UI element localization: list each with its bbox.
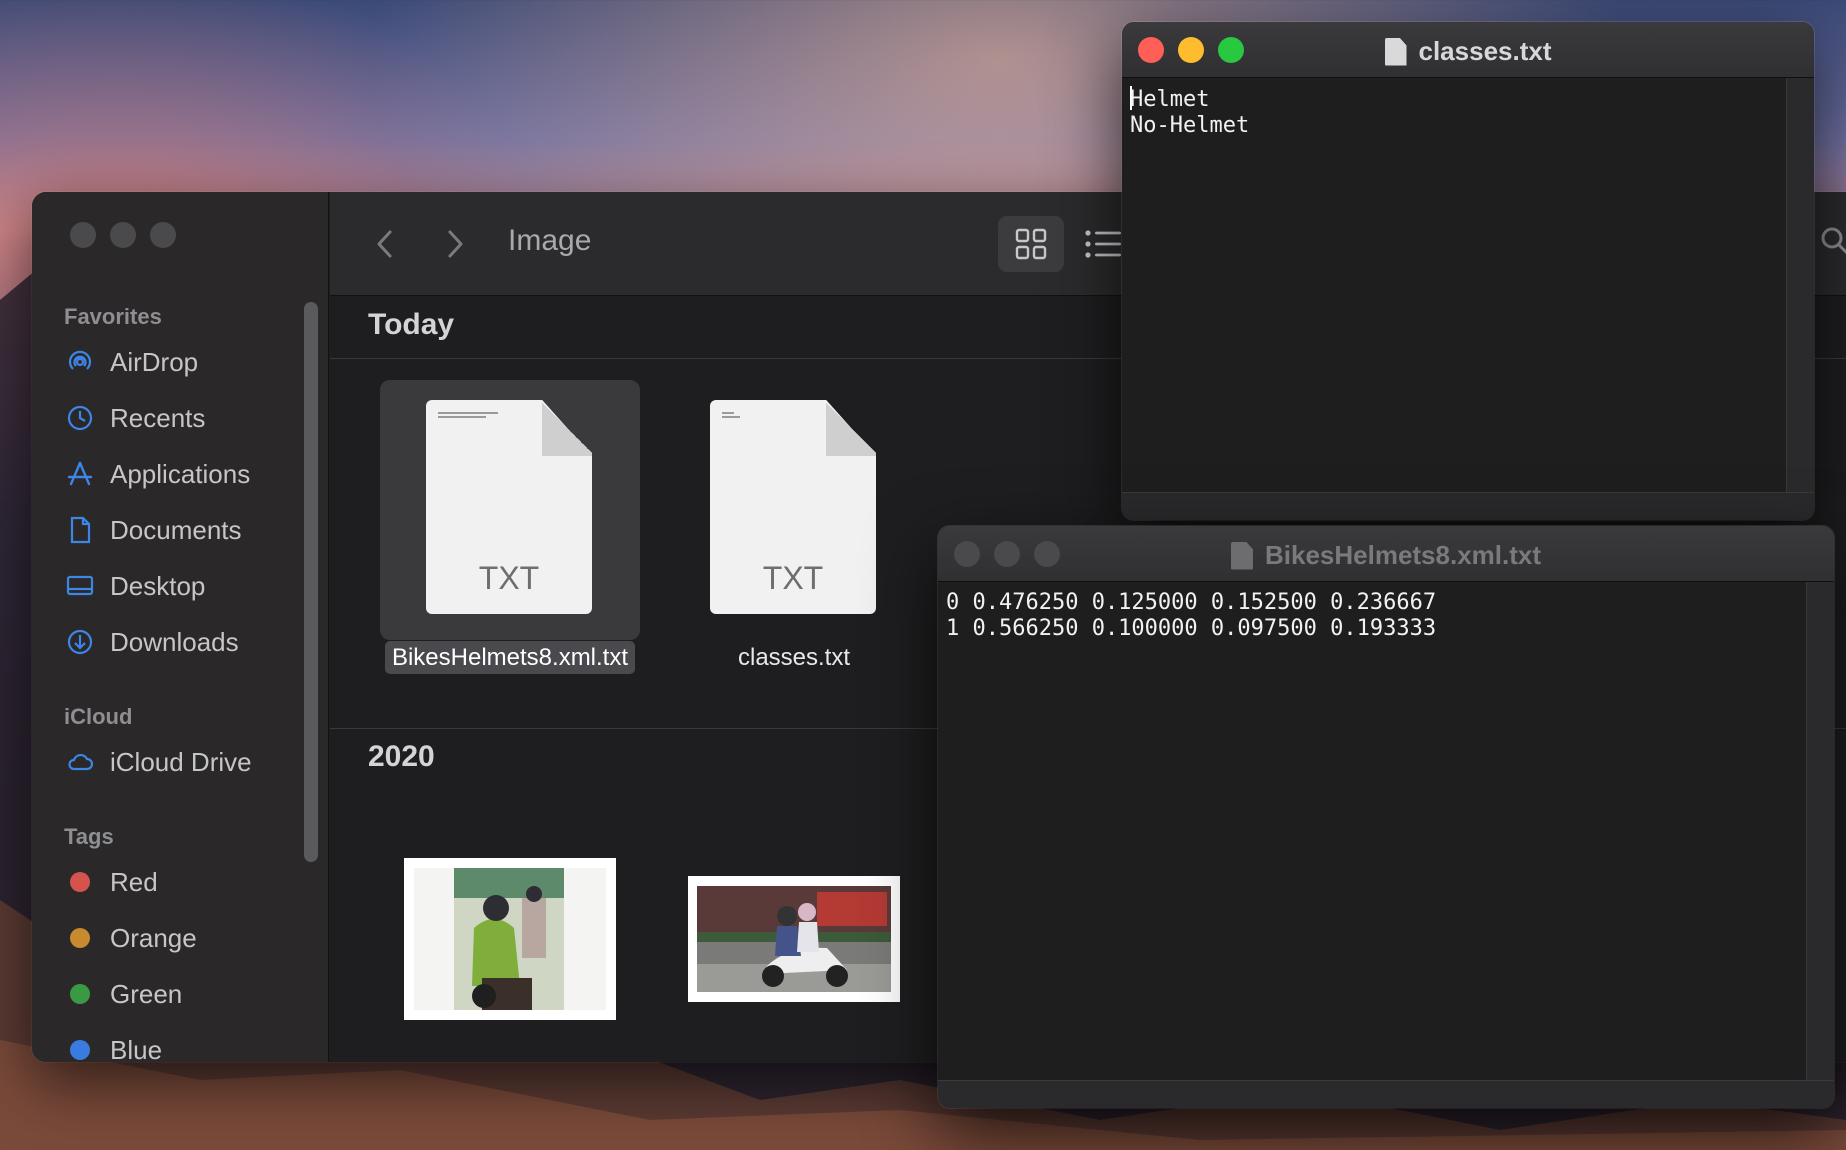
sidebar-item-applications[interactable]: Applications <box>64 454 304 494</box>
window-title: classes.txt <box>1122 36 1814 67</box>
sidebar-item-label: Downloads <box>110 626 239 657</box>
textedit-window-bikeshelmets: BikesHelmets8.xml.txt 0 0.476250 0.12500… <box>938 526 1834 1108</box>
sidebar-item-recents[interactable]: Recents <box>64 398 304 438</box>
file-name: BikesHelmets8.xml.txt <box>374 641 646 674</box>
file-name-text: classes.txt <box>737 644 851 671</box>
green-tag-dot <box>70 984 90 1004</box>
file-name: classes.txt <box>658 644 930 672</box>
vertical-scrollbar[interactable] <box>1806 582 1834 1080</box>
clock-icon <box>64 402 96 434</box>
file-item[interactable]: TXT BikesHelmets8.xml.txt <box>380 380 640 680</box>
file-item[interactable]: TXT classes.txt <box>664 380 924 680</box>
window-titlebar[interactable]: classes.txt <box>1122 22 1814 78</box>
photo-scooter-riders <box>697 886 891 992</box>
sidebar-item-downloads[interactable]: Downloads <box>64 622 304 662</box>
page-corner <box>826 400 876 456</box>
image-thumbnail[interactable] <box>688 876 900 1002</box>
tags-header: Tags <box>64 824 114 849</box>
sidebar-item-airdrop[interactable]: AirDrop <box>64 342 304 382</box>
list-icon <box>1085 230 1121 258</box>
sidebar-item-desktop[interactable]: Desktop <box>64 566 304 606</box>
forward-button[interactable] <box>440 226 470 262</box>
document-icon <box>1230 541 1253 570</box>
document-icon <box>64 514 96 546</box>
airdrop-icon <box>64 346 96 378</box>
download-icon <box>64 626 96 658</box>
text-preview-lines <box>722 412 782 420</box>
horizontal-scrollbar[interactable] <box>938 1080 1834 1108</box>
sidebar-item-icloud-drive[interactable]: iCloud Drive <box>64 742 304 782</box>
sidebar-tag-green[interactable]: Green <box>64 974 304 1014</box>
window-title: BikesHelmets8.xml.txt <box>938 540 1834 571</box>
sidebar-scrollbar[interactable] <box>304 302 318 862</box>
text-line: No-Helmet <box>1130 113 1250 138</box>
file-kind-label: TXT <box>478 560 540 596</box>
text-line: 1 0.566250 0.100000 0.097500 0.193333 <box>946 616 1437 641</box>
close-button[interactable] <box>70 222 96 248</box>
chevron-right-icon <box>448 230 463 258</box>
orange-tag-dot <box>70 928 90 948</box>
sidebar-item-label: Recents <box>110 402 206 433</box>
sidebar-item-label: Blue <box>110 1034 163 1063</box>
file-name-text: BikesHelmets8.xml.txt <box>384 641 636 674</box>
sidebar-item-label: Applications <box>110 458 251 489</box>
window-title-text: classes.txt <box>1418 36 1552 66</box>
cloud-icon <box>64 746 96 778</box>
sidebar-tag-orange[interactable]: Orange <box>64 918 304 958</box>
sidebar-item-documents[interactable]: Documents <box>64 510 304 550</box>
group-header-2020: 2020 <box>368 740 435 773</box>
textedit-window-classes: classes.txt Helmet No-Helmet <box>1122 22 1814 520</box>
vertical-scrollbar[interactable] <box>1786 78 1814 492</box>
back-button[interactable] <box>370 226 400 262</box>
page-corner <box>542 400 592 456</box>
text-preview-lines <box>438 412 498 420</box>
image-thumbnail[interactable] <box>404 858 616 1020</box>
sidebar-item-label: Red <box>110 866 158 897</box>
text-line: 0 0.476250 0.125000 0.152500 0.236667 <box>946 590 1437 615</box>
folder-title: Image <box>508 224 592 257</box>
minimize-button[interactable] <box>110 222 136 248</box>
grid-icon <box>1015 228 1047 260</box>
icloud-header: iCloud <box>64 704 133 729</box>
window-title-text: BikesHelmets8.xml.txt <box>1264 540 1542 570</box>
file-kind-label: TXT <box>762 560 824 596</box>
red-tag-dot <box>70 872 90 892</box>
sidebar-item-label: iCloud Drive <box>110 746 252 777</box>
text-editor-content[interactable]: 0 0.476250 0.125000 0.152500 0.236667 1 … <box>946 590 1436 642</box>
blue-tag-dot <box>70 1040 90 1060</box>
search-icon[interactable] <box>1820 224 1846 265</box>
sidebar-item-label: Desktop <box>110 570 206 601</box>
text-editor-content[interactable]: Helmet No-Helmet <box>1130 86 1249 139</box>
sidebar-item-label: Orange <box>110 922 197 953</box>
applications-icon <box>64 458 96 490</box>
finder-sidebar: Favorites AirDrop Recents Applications D… <box>32 192 329 1062</box>
photo-helmet-rider <box>414 868 606 1010</box>
sidebar-tag-blue[interactable]: Blue <box>64 1030 304 1062</box>
group-header-today: Today <box>368 308 455 341</box>
zoom-button[interactable] <box>150 222 176 248</box>
document-icon <box>1384 37 1407 66</box>
icon-view-button[interactable] <box>998 216 1064 272</box>
sidebar-tag-red[interactable]: Red <box>64 862 304 902</box>
finder-window-controls <box>70 222 176 248</box>
window-titlebar[interactable]: BikesHelmets8.xml.txt <box>938 526 1834 582</box>
desktop-icon <box>64 570 96 602</box>
favorites-header: Favorites <box>64 304 162 329</box>
horizontal-scrollbar[interactable] <box>1122 492 1814 520</box>
sidebar-item-label: AirDrop <box>110 346 199 377</box>
text-line: Helmet <box>1130 87 1210 112</box>
sidebar-item-label: Documents <box>110 514 242 545</box>
chevron-left-icon <box>377 230 392 258</box>
sidebar-item-label: Green <box>110 978 183 1009</box>
